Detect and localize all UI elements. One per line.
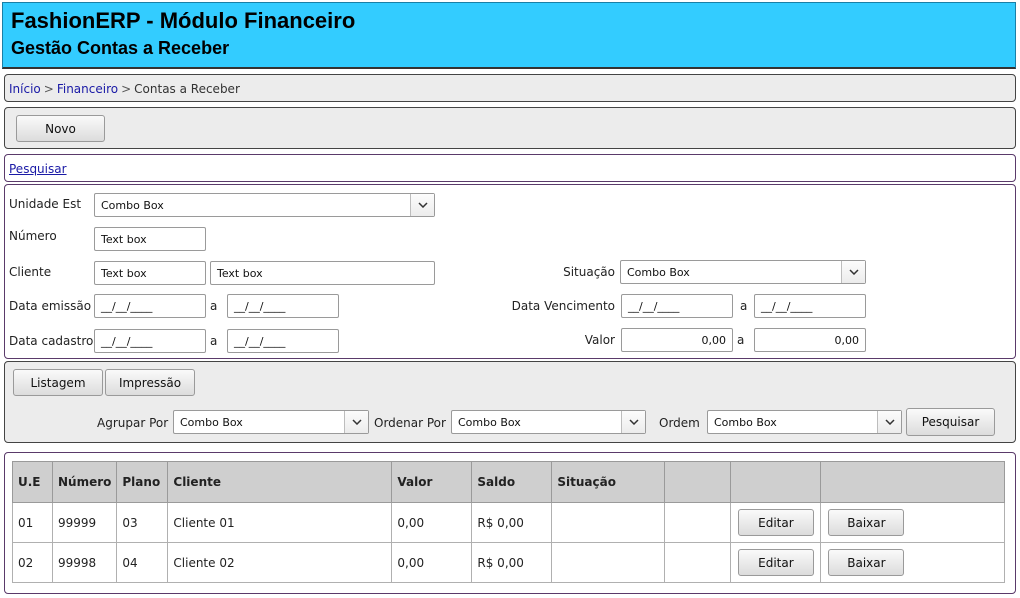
column-header-blank bbox=[664, 461, 732, 503]
ordenar-label: Ordenar Por bbox=[374, 416, 446, 430]
cell-saldo: R$ 0,00 bbox=[471, 542, 553, 583]
page-subtitle: Gestão Contas a Receber bbox=[11, 38, 230, 58]
range-separator: a bbox=[210, 299, 218, 313]
cell-edit: Editar bbox=[730, 502, 822, 543]
cell-cliente: Cliente 02 bbox=[167, 542, 393, 583]
data-cadastro-label: Data cadastro bbox=[9, 334, 94, 348]
data-vencimento-label: Data Vencimento bbox=[511, 299, 615, 313]
valor-from-input[interactable]: 0,00 bbox=[621, 328, 733, 352]
cell-valor: 0,00 bbox=[391, 542, 473, 583]
cell-ue: 02 bbox=[12, 542, 53, 583]
search-button[interactable]: Pesquisar bbox=[906, 408, 995, 436]
valor-to-input[interactable]: 0,00 bbox=[754, 328, 866, 352]
breadcrumb-link-inicio[interactable]: Início bbox=[9, 82, 41, 96]
cliente-label: Cliente bbox=[9, 265, 52, 279]
numero-input[interactable]: Text box bbox=[94, 227, 206, 251]
unidade-label: Unidade Est bbox=[9, 197, 82, 211]
toolbar: Novo bbox=[4, 107, 1016, 149]
column-header-cliente: Cliente bbox=[167, 461, 393, 503]
ordenar-select[interactable]: Combo Box bbox=[451, 410, 646, 434]
cliente-code-input[interactable]: Text box bbox=[94, 261, 206, 285]
column-header-saldo: Saldo bbox=[471, 461, 553, 503]
cell-saldo: R$ 0,00 bbox=[471, 502, 553, 543]
breadcrumb-separator: > bbox=[121, 82, 132, 96]
column-header-numero: Número bbox=[51, 461, 118, 503]
chevron-down-icon bbox=[877, 411, 901, 433]
chevron-down-icon bbox=[344, 411, 368, 433]
data-emissao-to-input[interactable]: __/__/____ bbox=[227, 294, 339, 318]
column-header-ue: U.E bbox=[12, 461, 53, 503]
cell-cliente: Cliente 01 bbox=[167, 502, 393, 543]
data-cadastro-to-input[interactable]: __/__/____ bbox=[227, 329, 339, 353]
cell-blank bbox=[664, 542, 732, 583]
column-header-situacao: Situação bbox=[551, 461, 666, 503]
impressao-button[interactable]: Impressão bbox=[105, 369, 195, 396]
column-header-baixar bbox=[820, 461, 1005, 503]
chevron-down-icon bbox=[621, 411, 645, 433]
agrupar-label: Agrupar Por bbox=[97, 416, 169, 430]
column-header-valor: Valor bbox=[391, 461, 473, 503]
ordem-label: Ordem bbox=[659, 416, 700, 430]
cell-numero: 99998 bbox=[51, 542, 118, 583]
data-vencimento-from-input[interactable]: __/__/____ bbox=[621, 294, 733, 318]
situacao-label: Situação bbox=[563, 265, 615, 279]
breadcrumb: Início > Financeiro > Contas a Receber bbox=[4, 74, 1016, 102]
actions-panel: Listagem Impressão Agrupar Por Combo Box… bbox=[4, 361, 1016, 443]
table-row: 02 99998 04 Cliente 02 0,00 R$ 0,00 Edit… bbox=[12, 542, 1005, 583]
cell-baixar: Baixar bbox=[820, 542, 1005, 583]
data-cadastro-from-input[interactable]: __/__/____ bbox=[94, 329, 206, 353]
cell-plano: 04 bbox=[116, 542, 169, 583]
unidade-select-value: Combo Box bbox=[101, 198, 164, 212]
table-row: 01 99999 03 Cliente 01 0,00 R$ 0,00 Edit… bbox=[12, 502, 1005, 543]
ordem-select[interactable]: Combo Box bbox=[707, 410, 902, 434]
edit-button[interactable]: Editar bbox=[737, 509, 814, 536]
column-header-plano: Plano bbox=[116, 461, 169, 503]
range-separator: a bbox=[740, 299, 748, 313]
range-separator: a bbox=[737, 333, 745, 347]
table-header-row: U.E Número Plano Cliente Valor Saldo Sit… bbox=[12, 461, 1005, 503]
chevron-down-icon bbox=[841, 261, 865, 283]
data-emissao-from-input[interactable]: __/__/____ bbox=[94, 294, 206, 318]
app-title: FashionERP - Módulo Financeiro bbox=[11, 8, 356, 33]
cell-edit: Editar bbox=[730, 542, 822, 583]
situacao-select-value: Combo Box bbox=[627, 265, 690, 279]
breadcrumb-link-financeiro[interactable]: Financeiro bbox=[57, 82, 118, 96]
valor-label: Valor bbox=[584, 333, 615, 347]
range-separator: a bbox=[210, 334, 218, 348]
chevron-down-icon bbox=[410, 194, 434, 216]
agrupar-select[interactable]: Combo Box bbox=[173, 410, 369, 434]
results-panel: U.E Número Plano Cliente Valor Saldo Sit… bbox=[4, 452, 1016, 594]
unidade-select[interactable]: Combo Box bbox=[94, 193, 435, 217]
numero-label: Número bbox=[9, 229, 57, 243]
search-toggle-bar: Pesquisar bbox=[4, 154, 1016, 182]
situacao-select[interactable]: Combo Box bbox=[620, 260, 866, 284]
search-toggle-link[interactable]: Pesquisar bbox=[9, 162, 67, 176]
filter-form: Unidade Est Combo Box Número Text box Cl… bbox=[4, 184, 1016, 359]
breadcrumb-current: Contas a Receber bbox=[134, 82, 240, 96]
cell-situacao bbox=[551, 542, 666, 583]
cell-ue: 01 bbox=[12, 502, 53, 543]
breadcrumb-separator: > bbox=[43, 82, 54, 96]
cell-plano: 03 bbox=[116, 502, 169, 543]
results-table: U.E Número Plano Cliente Valor Saldo Sit… bbox=[12, 461, 1005, 583]
baixar-button[interactable]: Baixar bbox=[828, 549, 905, 576]
baixar-button[interactable]: Baixar bbox=[828, 509, 905, 536]
data-vencimento-to-input[interactable]: __/__/____ bbox=[754, 294, 866, 318]
column-header-edit bbox=[730, 461, 822, 503]
cell-baixar: Baixar bbox=[820, 502, 1005, 543]
cell-situacao bbox=[551, 502, 666, 543]
ordenar-select-value: Combo Box bbox=[458, 415, 521, 429]
cell-valor: 0,00 bbox=[391, 502, 473, 543]
edit-button[interactable]: Editar bbox=[737, 549, 814, 576]
ordem-select-value: Combo Box bbox=[714, 415, 777, 429]
cell-blank bbox=[664, 502, 732, 543]
new-button[interactable]: Novo bbox=[16, 115, 105, 142]
cell-numero: 99999 bbox=[51, 502, 118, 543]
data-emissao-label: Data emissão bbox=[9, 299, 92, 313]
agrupar-select-value: Combo Box bbox=[180, 415, 243, 429]
app-header: FashionERP - Módulo Financeiro Gestão Co… bbox=[2, 2, 1016, 69]
listagem-button[interactable]: Listagem bbox=[13, 369, 103, 396]
cliente-name-input[interactable]: Text box bbox=[210, 261, 435, 285]
